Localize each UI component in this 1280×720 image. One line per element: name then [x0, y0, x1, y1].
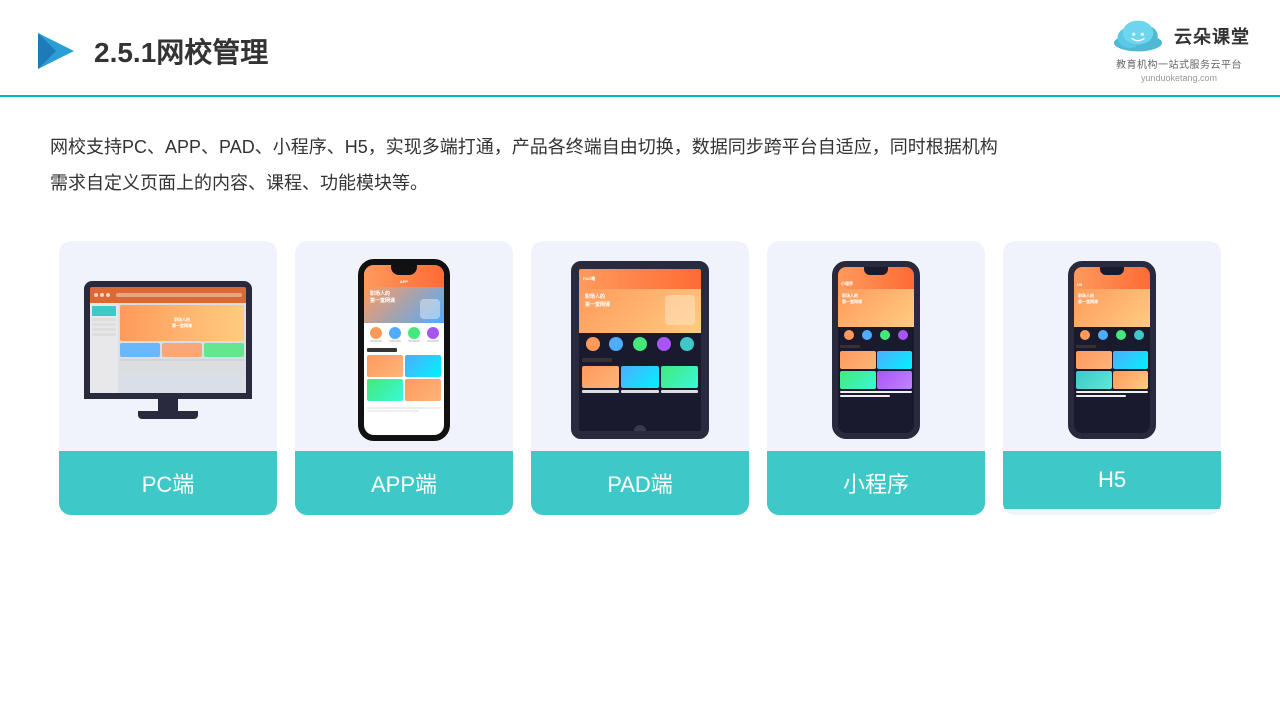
card-h5-label: H5 — [1003, 451, 1221, 509]
description-paragraph: 网校支持PC、APP、PAD、小程序、H5，实现多端打通，产品各终端自由切换，数… — [50, 129, 1230, 201]
card-pad-image: PAD端 职场人的第一堂网课 — [531, 241, 749, 451]
logo-cloud: 云朵课堂 — [1108, 18, 1250, 54]
pad-mockup: PAD端 职场人的第一堂网课 — [571, 261, 709, 439]
play-icon — [30, 27, 78, 75]
card-app: APP 职场人的第一堂网课 — [295, 241, 513, 515]
card-miniprogram: 小程序 职场人的第一堂网课 — [767, 241, 985, 515]
card-app-label: APP端 — [295, 451, 513, 515]
bottom-area — [0, 535, 1280, 595]
header: 2.5.1网校管理 云朵课堂 教育机构一站式服务云平台 yunduoketang… — [0, 0, 1280, 97]
description-text: 网校支持PC、APP、PAD、小程序、H5，实现多端打通，产品各终端自由切换，数… — [0, 97, 1280, 221]
card-pc: 职场人的第一堂网课 — [59, 241, 277, 515]
logo-url: yunduoketang.com — [1141, 73, 1217, 83]
logo-area: 云朵课堂 教育机构一站式服务云平台 yunduoketang.com — [1108, 18, 1250, 83]
phone-notch — [864, 267, 888, 275]
card-pc-label: PC端 — [59, 451, 277, 515]
h5-mockup: H5 职场人的第一堂网课 — [1068, 261, 1156, 439]
card-h5-image: H5 职场人的第一堂网课 — [1003, 241, 1221, 451]
card-miniprogram-image: 小程序 职场人的第一堂网课 — [767, 241, 985, 451]
card-miniprogram-label: 小程序 — [767, 451, 985, 515]
card-h5: H5 职场人的第一堂网课 — [1003, 241, 1221, 515]
card-pad-label: PAD端 — [531, 451, 749, 515]
cards-container: 职场人的第一堂网课 — [0, 221, 1280, 535]
h5-phone-notch — [1100, 267, 1124, 275]
card-pc-image: 职场人的第一堂网课 — [59, 241, 277, 451]
logo-tagline: 教育机构一站式服务云平台 — [1116, 56, 1242, 71]
card-pad: PAD端 职场人的第一堂网课 — [531, 241, 749, 515]
app-phone-notch — [391, 265, 417, 275]
card-app-image: APP 职场人的第一堂网课 — [295, 241, 513, 451]
app-phone-mockup: APP 职场人的第一堂网课 — [358, 259, 450, 441]
header-left: 2.5.1网校管理 — [30, 27, 268, 75]
miniprogram-mockup: 小程序 职场人的第一堂网课 — [832, 261, 920, 439]
page-title: 2.5.1网校管理 — [94, 31, 268, 71]
logo-text: 云朵课堂 — [1174, 23, 1250, 49]
cloud-logo-icon — [1108, 18, 1168, 54]
pc-monitor-mockup: 职场人的第一堂网课 — [84, 281, 252, 419]
